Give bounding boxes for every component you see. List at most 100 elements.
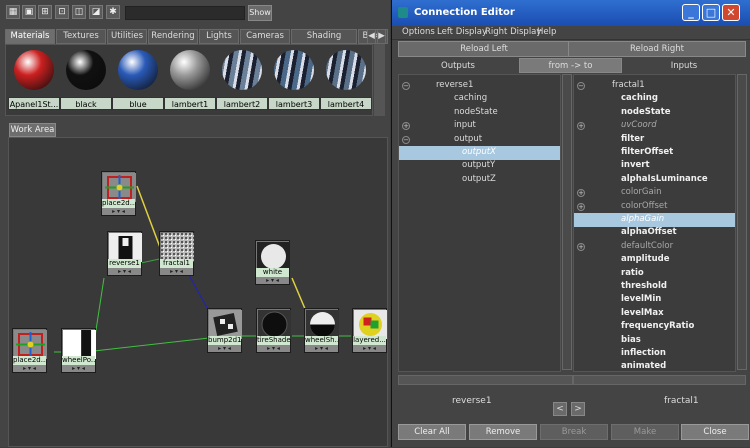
input-attr-row[interactable]: amplitude xyxy=(574,253,735,267)
work-area[interactable]: place2d... ▸ ▾ ◂ reverse1 ▸ ▾ ◂ fractal1 ▸ ▾ … xyxy=(8,137,388,447)
tab-shading-groups[interactable]: Shading Groups xyxy=(291,29,357,54)
shading-node-layered[interactable]: layered... ▸ ▾ ◂ xyxy=(352,308,387,353)
material-swatch[interactable]: Apanel1St... xyxy=(8,48,60,114)
direction-toggle-button[interactable]: from -> to xyxy=(519,58,622,73)
material-swatch[interactable]: lambert1 xyxy=(164,48,216,114)
input-attr-row[interactable]: ratio xyxy=(574,267,735,281)
clear-all-button[interactable]: Clear All xyxy=(398,424,466,440)
grid-icon[interactable]: ▦ xyxy=(6,5,20,19)
input-attr-row[interactable]: invert xyxy=(574,159,735,173)
remove-button[interactable]: Remove xyxy=(469,424,537,440)
input-attr-row[interactable]: − fractal1 xyxy=(574,79,735,93)
node-port-bar[interactable]: ▸ ▾ ◂ xyxy=(305,345,338,352)
node-port-bar[interactable]: ▸ ▾ ◂ xyxy=(108,268,141,275)
shading-node-place2d[interactable]: place2d... ▸ ▾ ◂ xyxy=(12,328,47,373)
node-port-bar[interactable]: ▸ ▾ ◂ xyxy=(102,208,135,215)
menu-help[interactable]: Help xyxy=(537,27,556,37)
menu-left-display[interactable]: Left Display xyxy=(437,27,487,37)
graph-down-icon[interactable]: ◪ xyxy=(89,5,103,19)
tab-cameras[interactable]: Cameras xyxy=(240,29,290,44)
network-icon[interactable]: ⊡ xyxy=(55,5,69,19)
output-attr-row[interactable]: caching xyxy=(399,92,560,106)
make-button[interactable]: Make xyxy=(611,424,679,440)
inputs-horizontal-scrollbar[interactable] xyxy=(573,375,746,385)
output-attr-row[interactable]: outputZ xyxy=(399,173,560,187)
inputs-list[interactable]: − fractal1 caching nodeState + uvCoord filter f… xyxy=(573,74,736,372)
outputs-vertical-scrollbar[interactable] xyxy=(562,74,572,370)
output-attr-row[interactable]: nodeState xyxy=(399,106,560,120)
output-attr-row[interactable]: + input xyxy=(399,119,560,133)
next-arrow-button[interactable]: > xyxy=(571,402,585,416)
expand-icon[interactable]: + xyxy=(577,242,585,251)
clear-icon[interactable]: ✱ xyxy=(106,5,120,19)
tab-lights[interactable]: Lights xyxy=(199,29,239,44)
output-attr-row[interactable]: − output xyxy=(399,133,560,147)
previous-arrow-button[interactable]: < xyxy=(553,402,567,416)
expand-icon[interactable]: + xyxy=(577,122,585,131)
shading-node-bump[interactable]: bump2d1 ▸ ▾ ◂ xyxy=(207,308,242,353)
collapse-icon[interactable]: − xyxy=(402,82,410,90)
tab-textures[interactable]: Textures xyxy=(56,29,106,44)
tab-scroll-right-icon[interactable]: ▶ xyxy=(377,29,386,44)
input-attr-row[interactable]: caching xyxy=(574,92,735,106)
input-attr-row[interactable]: alphaOffset xyxy=(574,226,735,240)
input-attr-row[interactable]: alphaGain xyxy=(574,213,735,227)
inputs-vertical-scrollbar[interactable] xyxy=(737,74,747,370)
input-attr-row[interactable]: + defaultColor xyxy=(574,240,735,254)
close-icon[interactable]: ✕ xyxy=(722,4,740,21)
shading-node-reverse[interactable]: reverse1 ▸ ▾ ◂ xyxy=(107,231,142,276)
input-attr-row[interactable]: frequencyRatio xyxy=(574,320,735,334)
material-swatch[interactable]: blue xyxy=(112,48,164,114)
tab-utilities[interactable]: Utilities xyxy=(107,29,147,44)
shading-node-fractal[interactable]: fractal1 ▸ ▾ ◂ xyxy=(159,231,194,276)
input-attr-row[interactable]: filterOffset xyxy=(574,146,735,160)
output-attr-row[interactable]: outputX xyxy=(399,146,560,160)
input-attr-row[interactable]: levelMax xyxy=(574,307,735,321)
expand-icon[interactable]: + xyxy=(402,122,410,131)
menu-options[interactable]: Options xyxy=(402,27,435,37)
input-attr-row[interactable]: + uvCoord xyxy=(574,119,735,133)
material-swatch[interactable]: lambert4 xyxy=(320,48,372,114)
input-attr-row[interactable]: inflection xyxy=(574,347,735,361)
expand-icon[interactable]: + xyxy=(577,189,585,198)
node-port-bar[interactable]: ▸ ▾ ◂ xyxy=(13,365,46,372)
outputs-horizontal-scrollbar[interactable] xyxy=(398,375,573,385)
tab-rendering[interactable]: Rendering xyxy=(148,29,198,44)
output-attr-row[interactable]: outputY xyxy=(399,159,560,173)
output-attr-row[interactable]: − reverse1 xyxy=(399,79,560,93)
reload-left-button[interactable]: Reload Left xyxy=(398,41,570,57)
menu-right-display[interactable]: Right Display xyxy=(485,27,541,37)
graph-up-icon[interactable]: ◫ xyxy=(72,5,86,19)
input-attr-row[interactable]: nodeState xyxy=(574,106,735,120)
title-bar[interactable]: Connection Editor _ □ ✕ xyxy=(392,0,750,26)
node-port-bar[interactable]: ▸ ▾ ◂ xyxy=(353,345,386,352)
graph-icon[interactable]: ⊞ xyxy=(38,5,52,19)
maximize-icon[interactable]: □ xyxy=(702,4,720,21)
input-attr-row[interactable]: filter xyxy=(574,133,735,147)
tab-scroll-left-icon[interactable]: ◀ xyxy=(367,29,376,44)
node-port-bar[interactable]: ▸ ▾ ◂ xyxy=(208,345,241,352)
shading-node-wheelsh[interactable]: wheelSh... ▸ ▾ ◂ xyxy=(304,308,339,353)
show-button[interactable]: Show xyxy=(248,5,272,21)
tab-materials[interactable]: Materials xyxy=(5,29,55,44)
collapse-icon[interactable]: − xyxy=(577,82,585,90)
expand-icon[interactable]: + xyxy=(577,202,585,211)
reload-right-button[interactable]: Reload Right xyxy=(568,41,746,57)
input-attr-row[interactable]: + colorGain xyxy=(574,186,735,200)
input-attr-row[interactable]: animated xyxy=(574,360,735,371)
tab-work-area[interactable]: Work Area xyxy=(9,123,56,137)
input-attr-row[interactable]: alphaIsLuminance xyxy=(574,173,735,187)
material-swatch[interactable]: lambert3 xyxy=(268,48,320,114)
input-attr-row[interactable]: threshold xyxy=(574,280,735,294)
close-button[interactable]: Close xyxy=(681,424,749,440)
input-attr-row[interactable]: levelMin xyxy=(574,293,735,307)
node-port-bar[interactable]: ▸ ▾ ◂ xyxy=(160,268,193,275)
panel-icon[interactable]: ▣ xyxy=(22,5,36,19)
minimize-icon[interactable]: _ xyxy=(682,4,700,21)
filter-input[interactable] xyxy=(125,6,245,20)
collapse-icon[interactable]: − xyxy=(402,135,410,144)
shading-node-white[interactable]: white ▸ ▾ ◂ xyxy=(255,240,290,285)
node-port-bar[interactable]: ▸ ▾ ◂ xyxy=(62,365,95,372)
outputs-list[interactable]: − reverse1 caching nodeState + input − output ou… xyxy=(398,74,561,372)
break-button[interactable]: Break xyxy=(540,424,608,440)
